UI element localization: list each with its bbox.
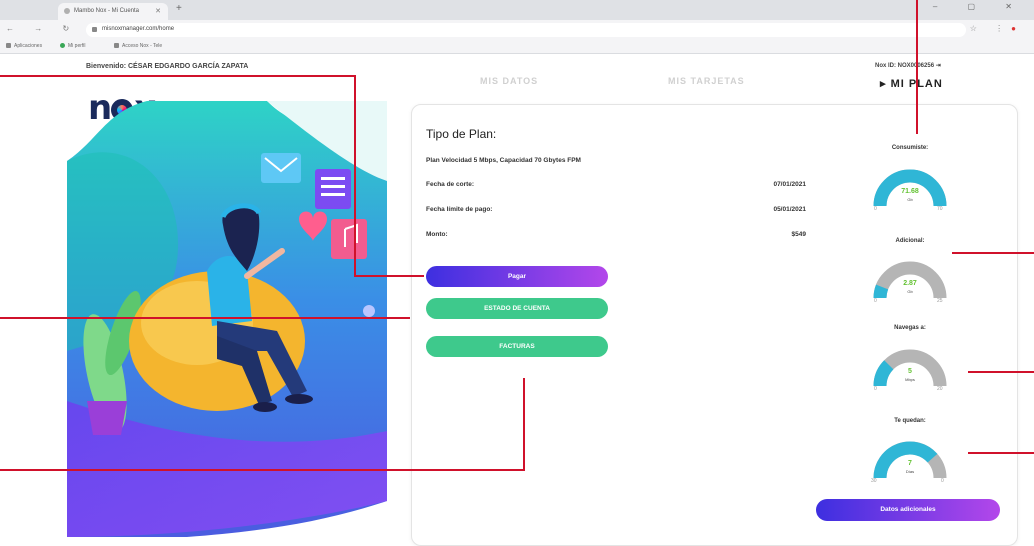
gauge-consumed-label: Consumiste: [891, 145, 929, 151]
gauge-arc [873, 261, 947, 299]
close-tab-icon[interactable]: ✕ [155, 7, 161, 15]
profile-icon [60, 43, 65, 48]
account-statement-button[interactable]: ESTADO DE CUENTA [426, 298, 608, 319]
plan-type-title: Tipo de Plan: [426, 127, 497, 141]
gauge-consumed-max: 70 [937, 206, 943, 212]
gauge-arc [873, 349, 947, 387]
tab-title: Mambo Nox - Mi Cuenta [74, 8, 140, 14]
toolbar-icons[interactable]: ☆ ⋮● [970, 24, 1024, 33]
nav-mi-plan[interactable]: ▸ MI PLAN [880, 77, 943, 90]
gauge-days-label: Te quedan: [894, 418, 926, 424]
gauge-additional-value: 2.87 [903, 280, 917, 287]
favicon-icon [64, 8, 70, 14]
pay-button[interactable]: Pagar [426, 266, 608, 287]
gauge-days-unit: Días [905, 469, 915, 474]
apps-icon [6, 43, 11, 48]
bookmark-apps[interactable]: Aplicaciones [6, 43, 42, 49]
bookmark-nox[interactable]: Acceso Nox - Tele [114, 43, 162, 49]
gauge-additional-min: 0 [874, 298, 877, 304]
gauge-additional-max: 25 [937, 298, 943, 304]
browser-tab-strip: Mambo Nox - Mi Cuenta ✕ + – ▢ ✕ [0, 0, 1034, 20]
bookmark-profile[interactable]: Mi perfil [60, 43, 86, 49]
window-controls[interactable]: – ▢ ✕ [933, 2, 1026, 11]
gauge-additional-unit: Gb [907, 289, 913, 294]
gauge-speed-value: 5 [908, 368, 912, 375]
gauge-arc [873, 169, 947, 207]
bookmarks-bar: Aplicaciones Mi perfil Acceso Nox - Tele [0, 40, 1034, 54]
gauge-speed-label: Navegas a: [894, 325, 926, 331]
amount-label: Monto: [426, 231, 448, 238]
gauge-consumed-unit: Gb [907, 197, 913, 202]
gauge-additional: 2.87 Gb 0 25 [855, 252, 965, 304]
payment-deadline-value: 05/01/2021 [773, 206, 806, 213]
gauge-days-value: 7 [908, 460, 912, 467]
gauge-speed-max: 20 [937, 386, 943, 392]
new-tab-button[interactable]: + [176, 3, 182, 14]
cutoff-date-value: 07/01/2021 [773, 181, 806, 188]
logout-icon[interactable]: ⇥ [936, 63, 941, 69]
gauge-days-min: 30 [871, 478, 877, 484]
nav-mis-datos[interactable]: MIS DATOS [480, 76, 538, 86]
additional-data-button[interactable]: Datos adicionales [816, 499, 1000, 521]
amount-value: $549 [791, 231, 806, 238]
gauge-speed-min: 0 [874, 386, 877, 392]
nox-id: Nox ID: NOX0006256 ⇥ [875, 63, 941, 69]
gauge-days: 7 Días 30 0 [855, 432, 965, 484]
gauge-consumed-value: 71.68 [901, 188, 919, 195]
cutoff-date-label: Fecha de corte: [426, 181, 475, 188]
url-text: misnoxmanager.com/home [102, 26, 175, 32]
gauge-arc [873, 441, 947, 479]
plan-description: Plan Velocidad 5 Mbps, Capacidad 70 Gbyt… [426, 157, 581, 164]
url-field[interactable]: misnoxmanager.com/home [86, 23, 966, 37]
gauge-additional-label: Adicional: [895, 238, 925, 244]
lock-icon [92, 27, 97, 32]
hero-illustration [67, 101, 387, 537]
gauge-days-max: 0 [941, 478, 944, 484]
welcome-text: Bienvenido: CÉSAR EDGARDO GARCÍA ZAPATA [86, 63, 249, 70]
gauge-consumed-min: 0 [874, 206, 877, 212]
invoices-button[interactable]: FACTURAS [426, 336, 608, 357]
active-marker-icon: ▸ [880, 78, 887, 90]
browser-tab[interactable]: Mambo Nox - Mi Cuenta ✕ [58, 3, 168, 20]
payment-deadline-label: Fecha límite de pago: [426, 206, 493, 213]
page-icon [114, 43, 119, 48]
gauge-speed: 5 Mbps 0 20 [855, 340, 965, 392]
extension-icon[interactable]: ● [1011, 24, 1024, 33]
gauge-consumed: 71.68 Gb 0 70 [855, 160, 965, 212]
nav-mis-tarjetas[interactable]: MIS TARJETAS [668, 76, 745, 86]
address-bar-row: ← → ↻ ⌂ misnoxmanager.com/home ☆ ⋮● [0, 20, 1034, 40]
gauge-speed-unit: Mbps [905, 377, 915, 382]
